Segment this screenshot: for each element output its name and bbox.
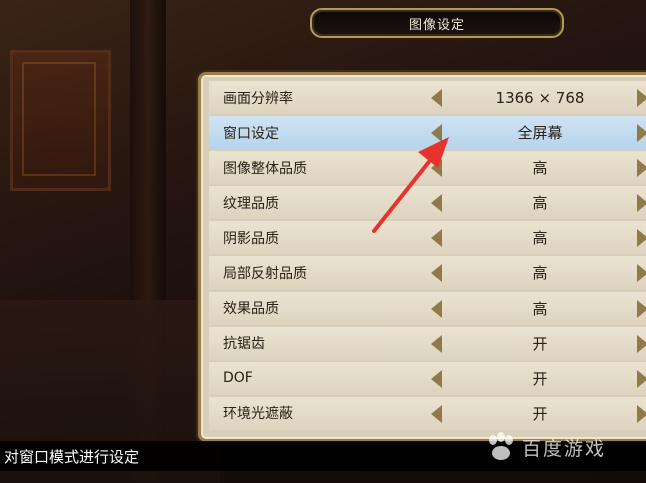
- arrow-right-icon[interactable]: [637, 124, 646, 143]
- setting-value: 高: [532, 229, 548, 248]
- setting-row-window-mode[interactable]: 窗口设定 全屏幕: [209, 116, 646, 150]
- arrow-right-icon[interactable]: [637, 89, 646, 107]
- arrow-right-icon[interactable]: [637, 334, 646, 353]
- setting-label: 效果品质: [223, 301, 279, 318]
- setting-label: 环境光遮蔽: [223, 406, 293, 423]
- arrow-left-icon[interactable]: [431, 159, 442, 178]
- setting-value: 1366 × 768: [495, 88, 585, 107]
- setting-row-ambient-occlusion[interactable]: 环境光遮蔽 开: [209, 396, 646, 430]
- arrow-left-icon[interactable]: [431, 229, 442, 248]
- watermark-text: 百度游戏: [522, 437, 607, 460]
- setting-label: 纹理品质: [223, 195, 279, 212]
- arrow-left-icon[interactable]: [431, 89, 442, 107]
- setting-row-reflection-quality[interactable]: 局部反射品质 高: [209, 256, 646, 290]
- settings-panel: 画面分辨率 1366 × 768 窗口设定 全屏幕 图像整体品质 高 纹理品质 …: [198, 72, 646, 442]
- arrow-right-icon[interactable]: [637, 229, 646, 248]
- setting-label: 阴影品质: [223, 230, 279, 247]
- setting-label: 抗锯齿: [223, 336, 265, 353]
- setting-value: 高: [532, 159, 548, 178]
- setting-label: 局部反射品质: [223, 265, 307, 282]
- setting-row-effect-quality[interactable]: 效果品质 高: [209, 291, 646, 325]
- setting-value: 开: [532, 369, 548, 388]
- setting-row-overall-quality[interactable]: 图像整体品质 高: [209, 151, 646, 185]
- arrow-left-icon[interactable]: [431, 369, 442, 388]
- title-bar: 图像设定: [310, 8, 564, 38]
- setting-value: 高: [532, 299, 548, 318]
- page-title: 图像设定: [408, 17, 465, 33]
- setting-value: 全屏幕: [517, 124, 563, 143]
- setting-value: 开: [532, 404, 548, 423]
- setting-label: DOF: [223, 370, 253, 387]
- setting-value: 高: [532, 264, 548, 283]
- watermark: 百度游戏: [484, 432, 606, 462]
- arrow-left-icon[interactable]: [431, 404, 442, 423]
- arrow-left-icon[interactable]: [431, 299, 442, 318]
- hint-text: 对窗口模式进行设定: [4, 448, 140, 466]
- background-door-panel: [22, 62, 96, 176]
- setting-row-shadow-quality[interactable]: 阴影品质 高: [209, 221, 646, 255]
- arrow-right-icon[interactable]: [637, 264, 646, 283]
- setting-value: 开: [532, 334, 548, 353]
- arrow-left-icon[interactable]: [431, 124, 442, 143]
- arrow-left-icon[interactable]: [431, 334, 442, 353]
- arrow-left-icon[interactable]: [431, 194, 442, 213]
- setting-value: 高: [532, 194, 548, 213]
- setting-row-resolution[interactable]: 画面分辨率 1366 × 768: [209, 81, 646, 114]
- arrow-left-icon[interactable]: [431, 264, 442, 283]
- setting-row-anti-aliasing[interactable]: 抗锯齿 开: [209, 326, 646, 360]
- paw-logo-icon: [489, 432, 513, 460]
- setting-row-texture-quality[interactable]: 纹理品质 高: [209, 186, 646, 220]
- setting-label: 窗口设定: [223, 125, 279, 142]
- arrow-right-icon[interactable]: [637, 194, 646, 213]
- arrow-right-icon[interactable]: [637, 159, 646, 178]
- setting-row-dof[interactable]: DOF 开: [209, 361, 646, 395]
- arrow-right-icon[interactable]: [637, 369, 646, 388]
- arrow-right-icon[interactable]: [637, 404, 646, 423]
- setting-label: 图像整体品质: [223, 160, 307, 177]
- arrow-right-icon[interactable]: [637, 299, 646, 318]
- setting-label: 画面分辨率: [223, 90, 293, 107]
